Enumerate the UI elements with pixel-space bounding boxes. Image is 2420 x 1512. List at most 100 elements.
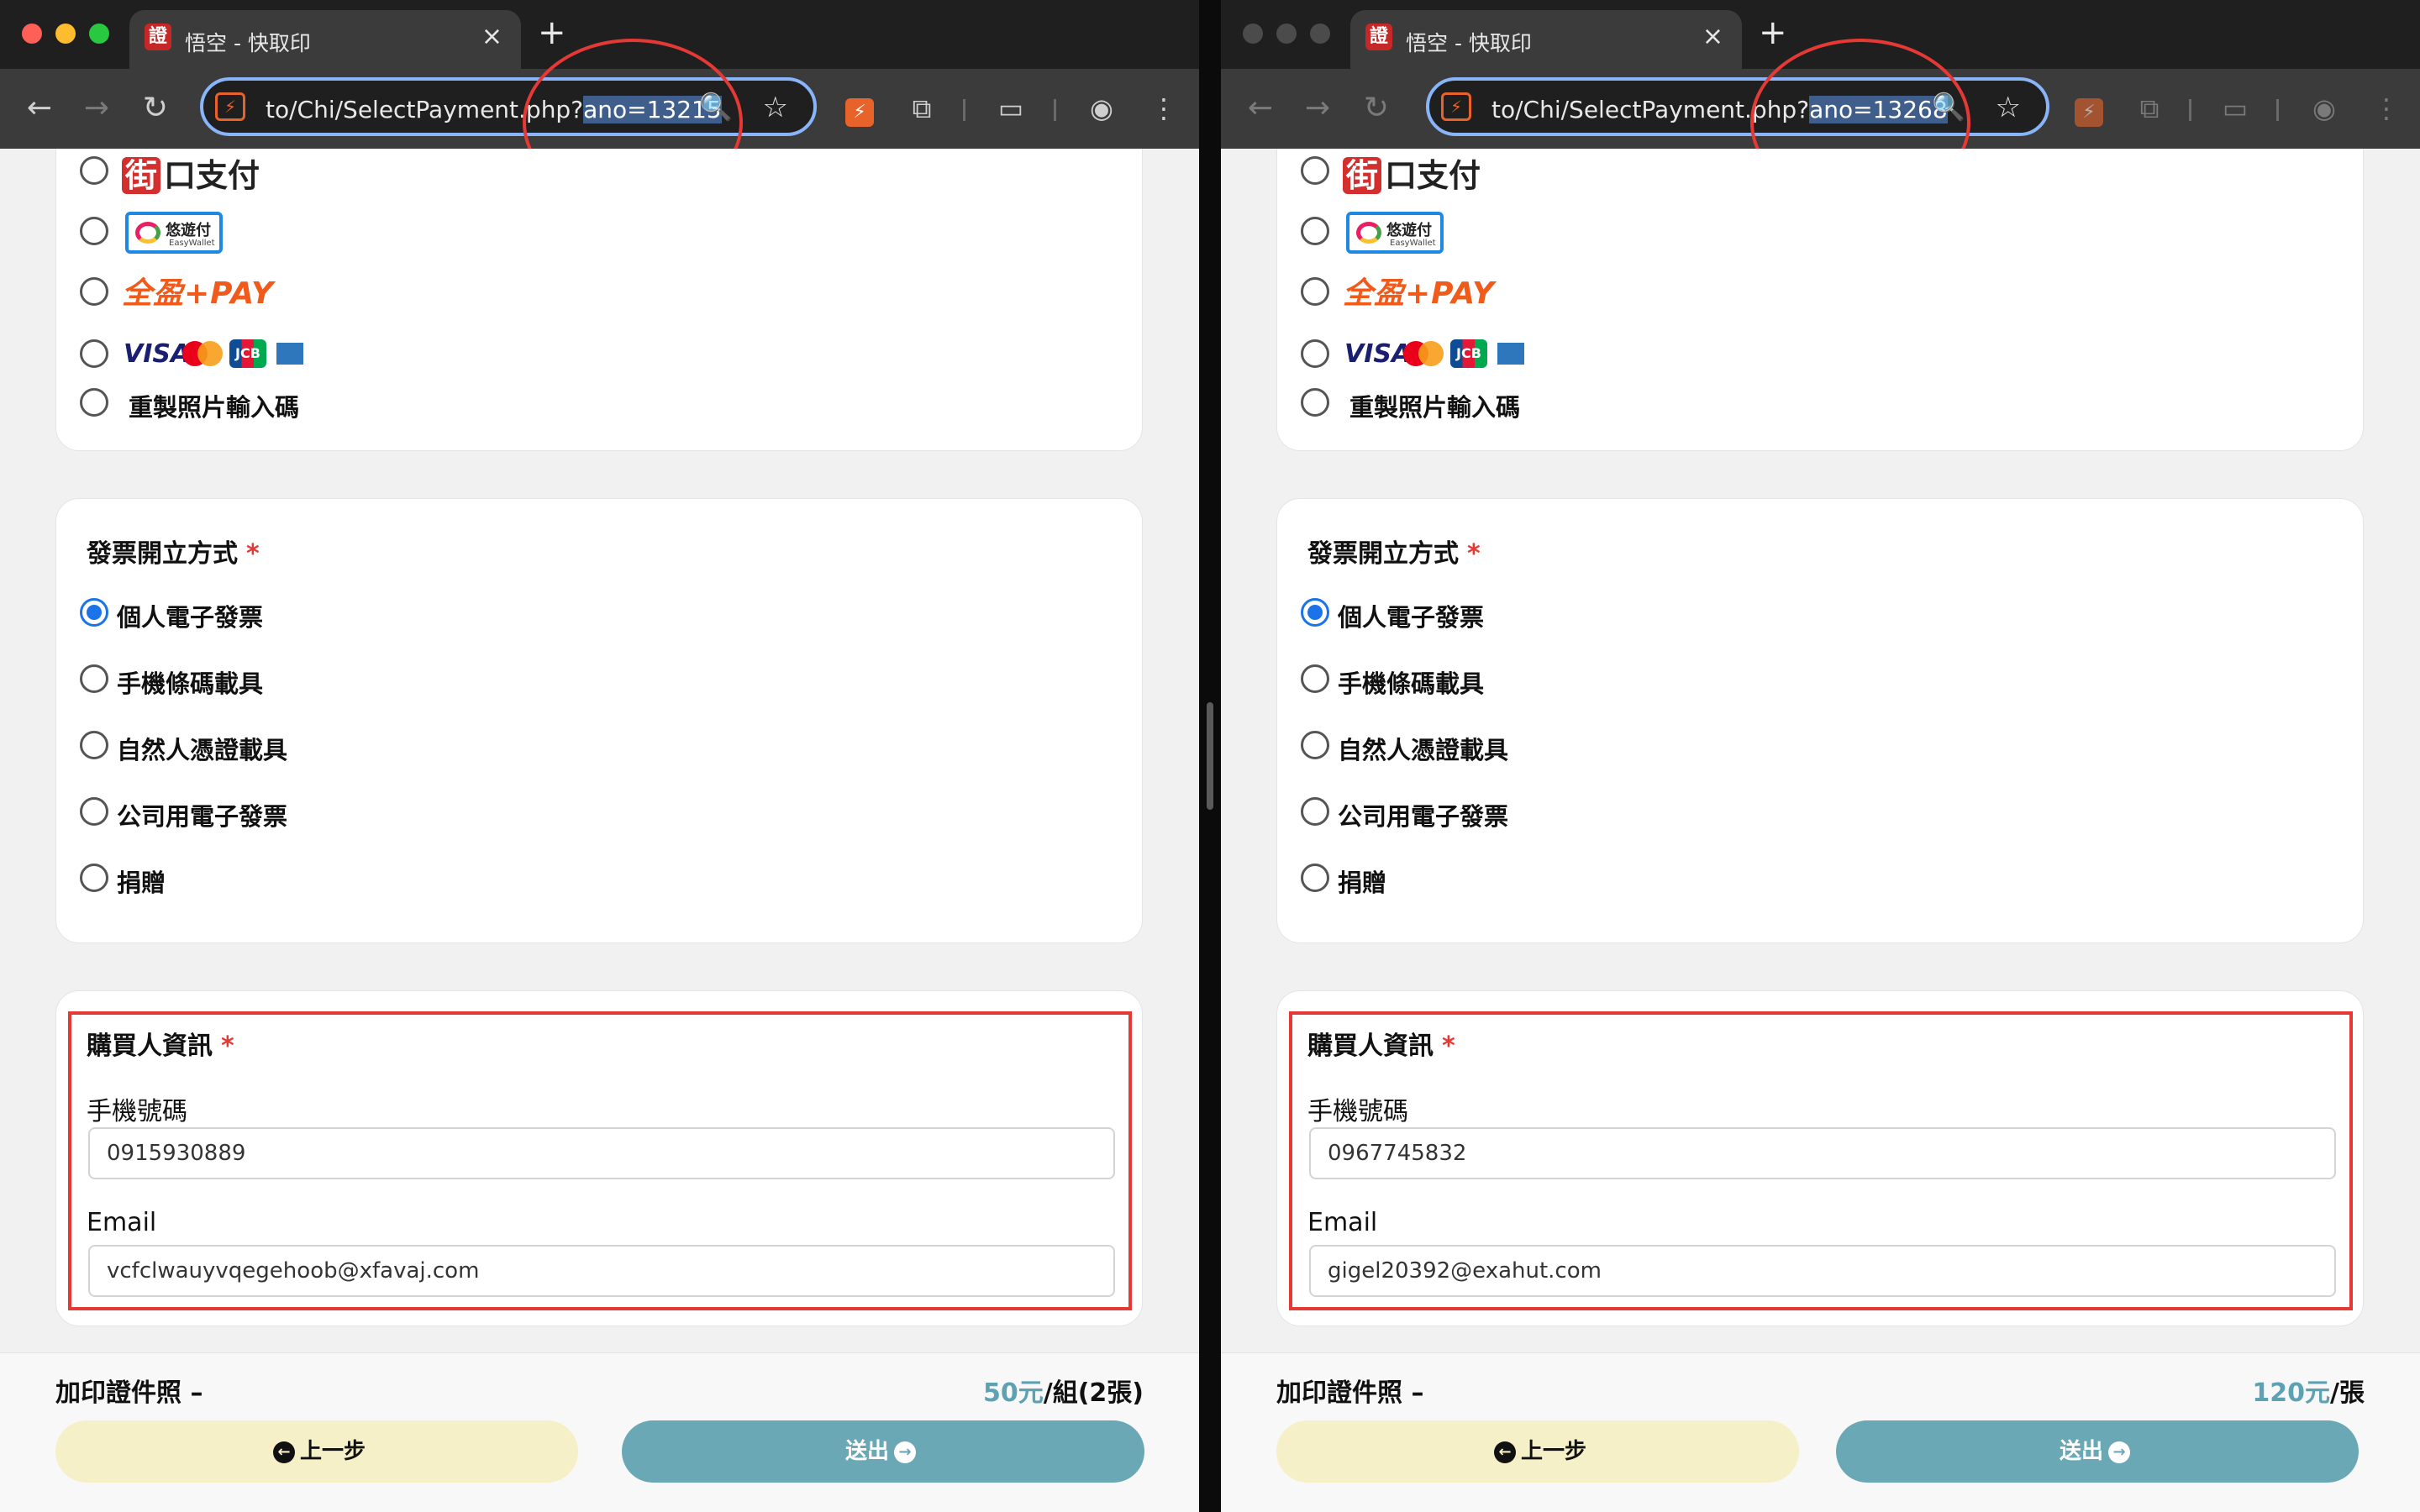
invoice-radio-citizen-cert[interactable] [1301, 731, 1329, 759]
close-window-button[interactable] [22, 24, 42, 44]
puzzle-extensions-icon[interactable]: ⧉ [2128, 87, 2170, 129]
buyer-info-card: 購買人資訊 * 手機號碼 0967745832 Email gigel20392@… [1276, 990, 2364, 1326]
browser-tab[interactable]: 證 悟空 - 快取印 × [129, 10, 521, 69]
profile-icon[interactable]: ◉ [2303, 87, 2345, 129]
payment-radio-quanying[interactable] [80, 277, 108, 306]
phone-input[interactable]: 0915930889 [88, 1127, 1115, 1179]
jiekou-pay-logo: 街口支付 [1343, 150, 1481, 196]
minimize-window-button[interactable] [1276, 24, 1297, 44]
product-name: 加印證件照 – [1276, 1378, 1424, 1408]
email-input[interactable]: vcfclwauyvqegehoob@xfavaj.com [88, 1245, 1115, 1297]
payment-radio-easywallet[interactable] [80, 217, 108, 245]
invoice-label-personal: 個人電子發票 [1338, 603, 1485, 632]
jiekou-pay-logo: 街口支付 [122, 150, 260, 196]
payment-radio-credit-card[interactable] [1301, 339, 1329, 368]
invoice-label-donate: 捐贈 [1338, 869, 1387, 897]
invoice-label-personal: 個人電子發票 [117, 603, 264, 632]
puzzle-extensions-icon[interactable]: ⧉ [901, 87, 943, 129]
divider-handle[interactable] [1207, 702, 1213, 810]
arrow-right-icon: → [894, 1441, 916, 1463]
extension-icon[interactable]: ⚡ [2068, 87, 2110, 129]
email-input[interactable]: gigel20392@exahut.com [1309, 1245, 2336, 1297]
page-content: 街口支付 悠遊付 EasyWallet 全盈+PAY VISA JCB 重製照片輸… [0, 149, 1199, 1512]
site-info-icon[interactable]: ⚡ [1441, 92, 1471, 121]
zoom-window-button[interactable] [1310, 24, 1330, 44]
invoice-title: 發票開立方式 * [87, 539, 260, 569]
toolbar-separator [963, 99, 965, 121]
browser-tab[interactable]: 證 悟空 - 快取印 × [1350, 10, 1742, 69]
minimize-window-button[interactable] [55, 24, 76, 44]
favicon-icon: 證 [145, 24, 171, 50]
invoice-radio-donate[interactable] [1301, 864, 1329, 892]
invoice-radio-personal[interactable] [80, 598, 108, 627]
split-divider[interactable] [1199, 0, 1221, 1512]
forward-icon[interactable]: → [76, 87, 118, 129]
cast-icon[interactable]: ▭ [2214, 87, 2256, 129]
invoice-label-citizen-cert: 自然人憑證載具 [117, 736, 288, 764]
phone-label: 手機號碼 [1307, 1097, 1408, 1126]
invoice-radio-company[interactable] [1301, 797, 1329, 826]
phone-label: 手機號碼 [87, 1097, 187, 1126]
invoice-radio-personal[interactable] [1301, 598, 1329, 627]
toolbar-separator [2276, 99, 2279, 121]
page-content: 街口支付 悠遊付 EasyWallet 全盈+PAY VISA JCB 重製照片輸… [1221, 149, 2420, 1512]
email-label: Email [87, 1208, 157, 1237]
invoice-radio-company[interactable] [80, 797, 108, 826]
menu-icon[interactable]: ⋮ [1143, 87, 1185, 129]
right-browser-window: 證 悟空 - 快取印 × + ← → ↻ ⚡ to/Chi/SelectPaym… [1221, 0, 2420, 1512]
order-footer: 加印證件照 – 50元/組(2張) ← 上一步 送出 → [0, 1352, 1199, 1512]
bookmark-star-icon[interactable]: ☆ [763, 91, 788, 124]
buyer-title: 購買人資訊 * [87, 1032, 234, 1061]
tab-title: 悟空 - 快取印 [185, 31, 311, 55]
close-window-button[interactable] [1243, 24, 1263, 44]
invoice-radio-citizen-cert[interactable] [80, 731, 108, 759]
arrow-left-icon: ← [1493, 1441, 1516, 1463]
extension-icon[interactable]: ⚡ [839, 87, 881, 129]
tab-title: 悟空 - 快取印 [1406, 31, 1532, 55]
forward-icon[interactable]: → [1297, 87, 1339, 129]
payment-radio-quanying[interactable] [1301, 277, 1329, 306]
site-info-icon[interactable]: ⚡ [215, 92, 245, 121]
previous-step-button[interactable]: ← 上一步 [1276, 1420, 1799, 1483]
invoice-radio-donate[interactable] [80, 864, 108, 892]
submit-button[interactable]: 送出 → [622, 1420, 1144, 1483]
menu-icon[interactable]: ⋮ [2365, 87, 2407, 129]
amex-logo [1496, 341, 1526, 366]
invoice-radio-mobile-barcode[interactable] [1301, 664, 1329, 693]
payment-label-reprint-code: 重製照片輸入碼 [129, 393, 300, 422]
payment-radio-reprint-code[interactable] [1301, 388, 1329, 417]
payment-radio-jiekou[interactable] [1301, 156, 1329, 185]
cast-icon[interactable]: ▭ [990, 87, 1032, 129]
phone-input[interactable]: 0967745832 [1309, 1127, 2336, 1179]
invoice-title: 發票開立方式 * [1307, 539, 1481, 569]
payment-radio-credit-card[interactable] [80, 339, 108, 368]
reload-icon[interactable]: ↻ [134, 87, 176, 129]
order-footer: 加印證件照 – 120元/張 ← 上一步 送出 → [1221, 1352, 2420, 1512]
buyer-info-card: 購買人資訊 * 手機號碼 0915930889 Email vcfclwauyvq… [55, 990, 1143, 1326]
credit-card-logos: VISA JCB [1344, 338, 1538, 371]
invoice-radio-mobile-barcode[interactable] [80, 664, 108, 693]
invoice-card: 發票開立方式 * 個人電子發票 手機條碼載具 自然人憑證載具 公司用電子發票 捐贈 [1276, 498, 2364, 943]
amex-logo [275, 341, 305, 366]
left-browser-window: 證 悟空 - 快取印 × + ← → ↻ ⚡ to/Chi/SelectPaym… [0, 0, 1199, 1512]
payment-method-card: 街口支付 悠遊付 EasyWallet 全盈+PAY VISA JCB 重製照片輸… [1276, 149, 2364, 451]
payment-method-card: 街口支付 悠遊付 EasyWallet 全盈+PAY VISA JCB 重製照片輸… [55, 149, 1143, 451]
back-icon[interactable]: ← [1239, 87, 1281, 129]
profile-icon[interactable]: ◉ [1081, 87, 1123, 129]
new-tab-icon[interactable]: + [538, 13, 566, 52]
tab-close-icon[interactable]: × [481, 22, 502, 51]
payment-radio-easywallet[interactable] [1301, 217, 1329, 245]
bookmark-star-icon[interactable]: ☆ [1996, 91, 2021, 124]
tab-close-icon[interactable]: × [1702, 22, 1723, 51]
quanying-pay-logo: 全盈+PAY [122, 276, 275, 311]
submit-button[interactable]: 送出 → [1836, 1420, 2359, 1483]
toolbar-separator [1054, 99, 1056, 121]
previous-step-button[interactable]: ← 上一步 [55, 1420, 578, 1483]
back-icon[interactable]: ← [18, 87, 60, 129]
zoom-window-button[interactable] [89, 24, 109, 44]
payment-radio-reprint-code[interactable] [80, 388, 108, 417]
payment-radio-jiekou[interactable] [80, 156, 108, 185]
reload-icon[interactable]: ↻ [1355, 87, 1397, 129]
favicon-icon: 證 [1365, 24, 1392, 50]
new-tab-icon[interactable]: + [1759, 13, 1787, 52]
